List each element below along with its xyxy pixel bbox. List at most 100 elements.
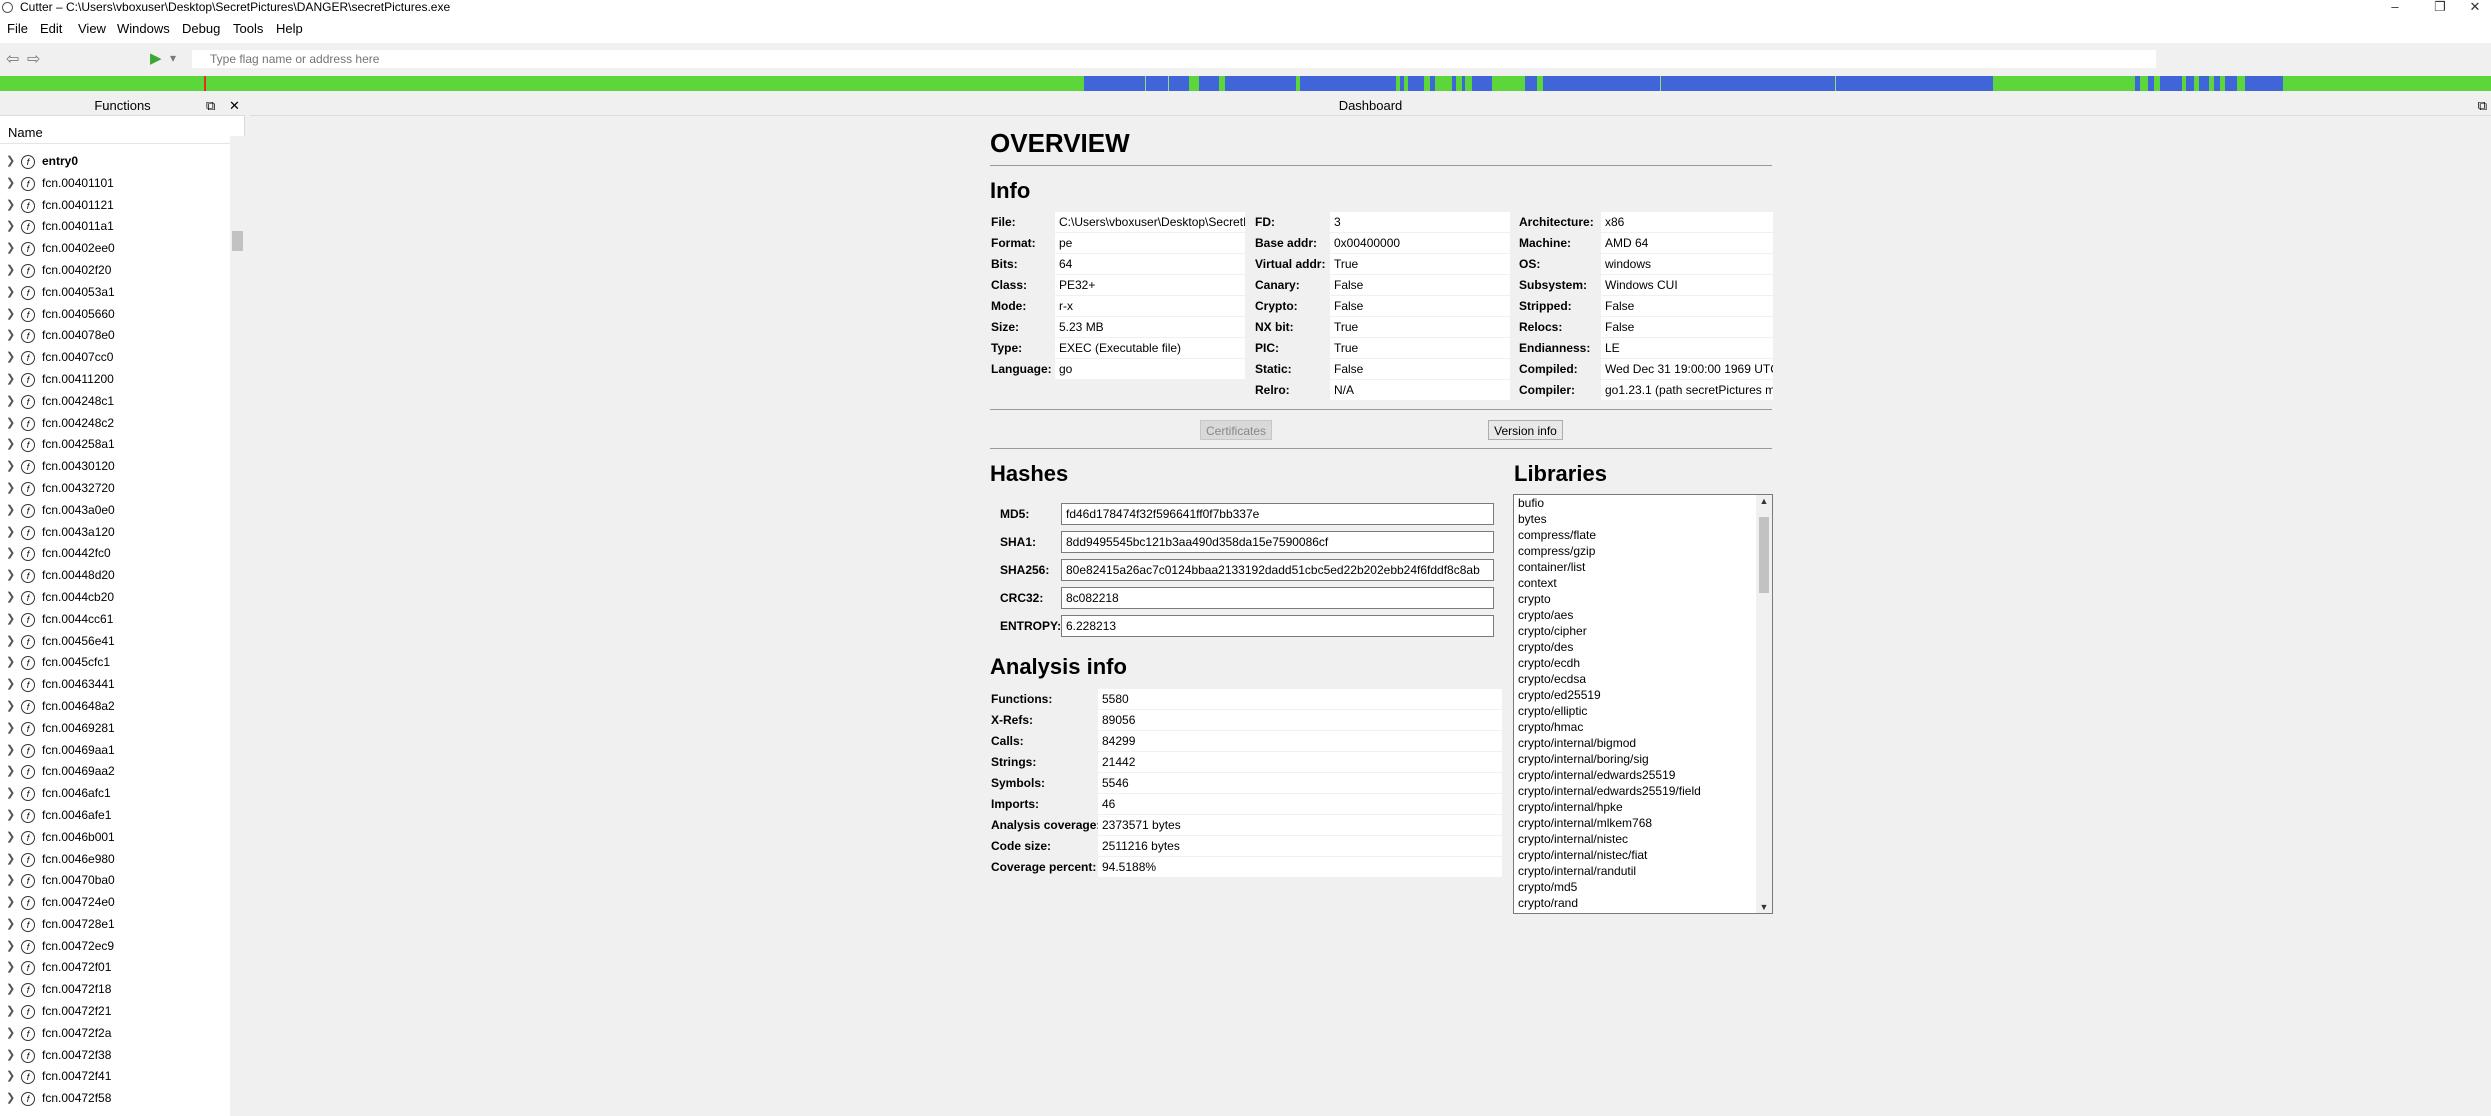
expand-chevron-icon[interactable]: ❯ [6,391,15,413]
function-list-item[interactable]: ❯ f fcn.00472f38 [0,1045,230,1067]
function-list-item[interactable]: ❯ f fcn.004011a1 [0,216,230,238]
expand-chevron-icon[interactable]: ❯ [6,478,15,500]
function-list-item[interactable]: ❯ f fcn.00472f18 [0,979,230,1001]
libraries-scrollbar[interactable]: ▲ ▼ [1756,495,1772,913]
function-list-item[interactable]: ❯ f fcn.0043a120 [0,522,230,544]
library-item[interactable]: crypto/ecdsa [1514,671,1772,687]
library-item[interactable]: crypto/internal/nistec [1514,831,1772,847]
function-list-item[interactable]: ❯ f fcn.00469281 [0,718,230,740]
function-list-item[interactable]: ❯ f fcn.00448d20 [0,565,230,587]
hash-value-field[interactable]: fd46d178474f32f596641ff0f7bb337e [1061,503,1494,525]
library-item[interactable]: crypto [1514,591,1772,607]
function-list-item[interactable]: ❯ f fcn.004248c2 [0,413,230,435]
libraries-list[interactable]: bufio bytes compress/flate compress/gzip con… [1513,494,1773,914]
expand-chevron-icon[interactable]: ❯ [6,282,15,304]
function-list-item[interactable]: ❯ f fcn.0046b001 [0,827,230,849]
function-list-item[interactable]: ❯ f fcn.00430120 [0,456,230,478]
expand-chevron-icon[interactable]: ❯ [6,718,15,740]
function-list-item[interactable]: ❯ f fcn.00463441 [0,674,230,696]
function-list-item[interactable]: ❯ f fcn.0046e980 [0,849,230,871]
library-item[interactable]: crypto/md5 [1514,879,1772,895]
expand-chevron-icon[interactable]: ❯ [6,238,15,260]
library-item[interactable]: crypto/internal/edwards25519/field [1514,783,1772,799]
library-item[interactable]: crypto/aes [1514,607,1772,623]
function-list-item[interactable]: ❯ f fcn.00402f20 [0,260,230,282]
maximize-button[interactable]: ❐ [2420,0,2460,15]
function-list-item[interactable]: ❯ f fcn.00456e41 [0,631,230,653]
back-arrow-icon[interactable]: ⇦ [6,49,19,69]
menu-windows[interactable]: Windows [117,21,170,36]
expand-chevron-icon[interactable]: ❯ [6,761,15,783]
expand-chevron-icon[interactable]: ❯ [6,173,15,195]
menu-file[interactable]: File [7,21,28,36]
hash-value-field[interactable]: 8dd9495545bc121b3aa490d358da15e7590086cf [1061,531,1494,553]
expand-chevron-icon[interactable]: ❯ [6,957,15,979]
expand-chevron-icon[interactable]: ❯ [6,522,15,544]
expand-chevron-icon[interactable]: ❯ [6,652,15,674]
function-list-item[interactable]: ❯ f fcn.004724e0 [0,892,230,914]
function-list-item[interactable]: ❯ f fcn.00472f41 [0,1066,230,1088]
function-list-item[interactable]: ❯ f fcn.00405660 [0,304,230,326]
expand-chevron-icon[interactable]: ❯ [6,740,15,762]
expand-chevron-icon[interactable]: ❯ [6,1066,15,1088]
library-item[interactable]: crypto/des [1514,639,1772,655]
library-item[interactable]: crypto/internal/hpke [1514,799,1772,815]
library-item[interactable]: crypto/internal/nistec/fiat [1514,847,1772,863]
function-list-item[interactable]: ❯ f fcn.00472f2a [0,1023,230,1045]
function-list-item[interactable]: ❯ f fcn.004258a1 [0,434,230,456]
memory-navigation-bar[interactable] [0,76,2491,91]
float-panel-icon[interactable]: ⧉ [2478,96,2487,116]
menu-edit[interactable]: Edit [40,21,62,36]
expand-chevron-icon[interactable]: ❯ [6,849,15,871]
function-list-item[interactable]: ❯ f entry0 [0,151,230,173]
function-list-item[interactable]: ❯ f fcn.004053a1 [0,282,230,304]
expand-chevron-icon[interactable]: ❯ [6,892,15,914]
expand-chevron-icon[interactable]: ❯ [6,1088,15,1110]
function-list-item[interactable]: ❯ f fcn.00402ee0 [0,238,230,260]
function-list-item[interactable]: ❯ f fcn.00472f58 [0,1088,230,1110]
hash-value-field[interactable]: 6.228213 [1061,615,1494,637]
expand-chevron-icon[interactable]: ❯ [6,914,15,936]
menu-debug[interactable]: Debug [182,21,220,36]
expand-chevron-icon[interactable]: ❯ [6,500,15,522]
close-button[interactable]: ✕ [2455,0,2491,15]
function-list-item[interactable]: ❯ f fcn.00472ec9 [0,936,230,958]
function-list-item[interactable]: ❯ f fcn.00442fc0 [0,543,230,565]
library-item[interactable]: crypto/elliptic [1514,703,1772,719]
expand-chevron-icon[interactable]: ❯ [6,369,15,391]
play-icon[interactable]: ▶ [150,49,162,67]
close-panel-icon[interactable]: ✕ [229,96,240,116]
expand-chevron-icon[interactable]: ❯ [6,631,15,653]
library-item[interactable]: bufio [1514,495,1772,511]
functions-scrollbar[interactable] [230,136,245,1116]
library-item[interactable]: crypto/rand [1514,895,1772,911]
expand-chevron-icon[interactable]: ❯ [6,1023,15,1045]
expand-chevron-icon[interactable]: ❯ [6,543,15,565]
library-item[interactable]: crypto/internal/bigmod [1514,735,1772,751]
certificates-button[interactable]: Certificates [1200,420,1272,440]
library-item[interactable]: crypto/internal/mlkem768 [1514,815,1772,831]
expand-chevron-icon[interactable]: ❯ [6,674,15,696]
function-list-item[interactable]: ❯ f fcn.0046afc1 [0,783,230,805]
library-item[interactable]: crypto/ed25519 [1514,687,1772,703]
function-list-item[interactable]: ❯ f fcn.0045cfc1 [0,652,230,674]
address-search-input[interactable] [192,50,2156,68]
library-item[interactable]: crypto/internal/boring/sig [1514,751,1772,767]
expand-chevron-icon[interactable]: ❯ [6,347,15,369]
expand-chevron-icon[interactable]: ❯ [6,434,15,456]
expand-chevron-icon[interactable]: ❯ [6,609,15,631]
library-item[interactable]: context [1514,575,1772,591]
menu-view[interactable]: View [78,21,106,36]
library-item[interactable]: crypto/ecdh [1514,655,1772,671]
scrollbar-thumb[interactable] [232,231,243,251]
function-list-item[interactable]: ❯ f fcn.004248c1 [0,391,230,413]
function-list-item[interactable]: ❯ f fcn.00411200 [0,369,230,391]
library-item[interactable]: crypto/hmac [1514,719,1772,735]
expand-chevron-icon[interactable]: ❯ [6,260,15,282]
library-item[interactable]: bytes [1514,511,1772,527]
function-list-item[interactable]: ❯ f fcn.00472f21 [0,1001,230,1023]
function-list-item[interactable]: ❯ f fcn.00407cc0 [0,347,230,369]
menu-help[interactable]: Help [276,21,303,36]
expand-chevron-icon[interactable]: ❯ [6,827,15,849]
function-list-item[interactable]: ❯ f fcn.00469aa2 [0,761,230,783]
